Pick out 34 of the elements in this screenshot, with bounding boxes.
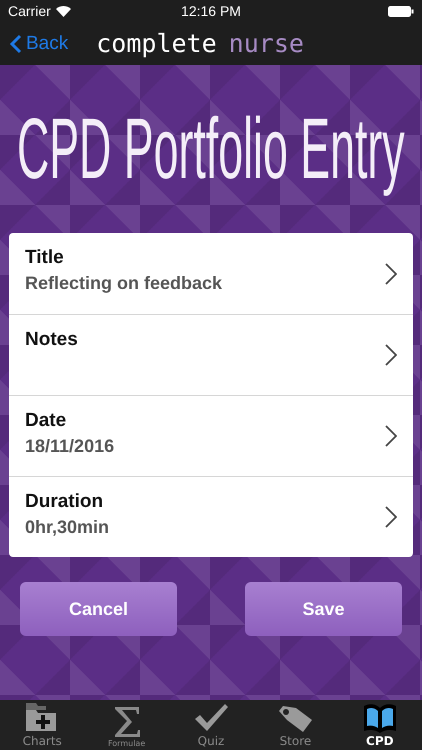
tag-icon bbox=[277, 705, 314, 733]
form-row[interactable]: Date 18/11/2016 bbox=[9, 395, 413, 476]
app-title-accent: nurse bbox=[228, 29, 304, 58]
form-row[interactable]: Duration 0hr,30min bbox=[9, 476, 413, 557]
back-button[interactable]: Back bbox=[10, 32, 68, 54]
field-value: 18/11/2016 bbox=[25, 436, 116, 457]
clock-time: 12:16 PM bbox=[181, 3, 241, 19]
field-value: 0hr,30min bbox=[25, 517, 110, 538]
tab-bar-item[interactable]: Quiz bbox=[168, 700, 254, 750]
field-label: Date bbox=[25, 410, 68, 432]
field-value: Reflecting on feedback bbox=[25, 273, 224, 294]
action-button[interactable]: Save bbox=[245, 582, 402, 636]
tab-bar-item[interactable]: CPD bbox=[338, 700, 422, 750]
chevron-icon bbox=[385, 506, 397, 528]
tab-bar-item[interactable]: Charts bbox=[0, 700, 84, 750]
checkmark-icon bbox=[193, 703, 230, 733]
tab-bar-item[interactable]: Formulae bbox=[84, 700, 169, 750]
field-label: Title bbox=[25, 247, 65, 269]
sigma-icon bbox=[112, 706, 141, 738]
form-row[interactable]: Notes bbox=[9, 314, 413, 395]
tab-bar-item[interactable]: Store bbox=[253, 700, 338, 750]
battery-icon bbox=[388, 6, 414, 16]
form-row[interactable]: Title Reflecting on feedback bbox=[9, 233, 413, 314]
field-label: Notes bbox=[25, 329, 79, 351]
chevron-icon bbox=[385, 425, 397, 447]
carrier-label: Carrier bbox=[8, 3, 51, 19]
field-label: Duration bbox=[25, 491, 104, 513]
chevron-icon bbox=[385, 344, 397, 366]
open-book-icon bbox=[362, 703, 398, 733]
action-button[interactable]: Cancel bbox=[20, 582, 177, 636]
app-title: complete bbox=[96, 29, 217, 58]
chevron-icon bbox=[385, 262, 397, 284]
back-chevron-icon bbox=[10, 34, 22, 54]
wifi-icon bbox=[56, 6, 71, 16]
